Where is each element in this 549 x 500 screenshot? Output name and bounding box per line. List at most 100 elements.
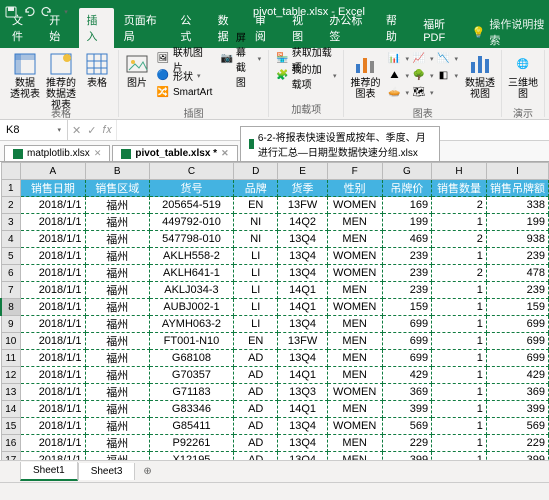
row-header[interactable]: 9 [1, 316, 21, 333]
tab-office[interactable]: 办公标签 [321, 8, 376, 48]
cell[interactable]: 2018/1/1 [21, 282, 85, 299]
shapes-button[interactable]: 🔵形状▾ [153, 67, 215, 84]
cell[interactable]: WOMEN [327, 197, 382, 214]
pivot-table-button[interactable]: 数据 透视表 [8, 50, 42, 104]
cell[interactable]: AD [234, 401, 278, 418]
cell[interactable]: 2 [432, 265, 487, 282]
cell[interactable]: 13Q4 [278, 316, 327, 333]
cell[interactable]: EN [234, 333, 278, 350]
cell[interactable]: 13Q4 [278, 248, 327, 265]
cell[interactable]: G70357 [149, 367, 233, 384]
pivot-chart-button[interactable]: 数据透视图 [463, 50, 497, 104]
cell[interactable]: 1 [432, 248, 487, 265]
cell[interactable]: 14Q1 [278, 367, 327, 384]
cell[interactable]: 2 [432, 231, 487, 248]
cell[interactable]: AD [234, 452, 278, 461]
col-header[interactable]: B [85, 163, 149, 180]
cell[interactable]: 13Q4 [278, 435, 327, 452]
row-header[interactable]: 16 [1, 435, 21, 452]
cell[interactable]: 2018/1/1 [21, 197, 85, 214]
select-all-corner[interactable] [1, 163, 21, 180]
cell[interactable]: 699 [382, 316, 432, 333]
cell[interactable]: 1 [432, 452, 487, 461]
new-sheet-button[interactable]: ⊕ [135, 463, 159, 480]
cell[interactable]: 2018/1/1 [21, 265, 85, 282]
cell[interactable]: 2018/1/1 [21, 452, 85, 461]
cell[interactable]: P92261 [149, 435, 233, 452]
spreadsheet-grid[interactable]: A B C D E F G H I 1销售日期销售区域货号品牌货季性别吊牌价销售… [0, 162, 549, 460]
cell[interactable]: 2018/1/1 [21, 384, 85, 401]
cell[interactable]: 239 [382, 282, 432, 299]
cell[interactable]: 2018/1/1 [21, 435, 85, 452]
header-cell[interactable]: 销售数量 [432, 180, 487, 197]
online-pictures-button[interactable]: 🖼联机图片 [153, 50, 215, 67]
cell[interactable]: 2018/1/1 [21, 316, 85, 333]
cell[interactable]: 239 [486, 282, 548, 299]
cell[interactable]: WOMEN [327, 418, 382, 435]
cancel-icon[interactable]: ✕ [72, 124, 81, 137]
cell[interactable]: MEN [327, 401, 382, 418]
3d-map-button[interactable]: 🌐三维地 图 [506, 50, 540, 104]
pictures-button[interactable]: 图片 [123, 50, 151, 104]
row-header[interactable]: 13 [1, 384, 21, 401]
cell[interactable]: 399 [486, 401, 548, 418]
cell[interactable]: G85411 [149, 418, 233, 435]
cell[interactable]: 1 [432, 418, 487, 435]
table-button[interactable]: 表格 [80, 50, 114, 104]
cell[interactable]: 199 [382, 214, 432, 231]
cell[interactable]: 547798-010 [149, 231, 233, 248]
cell[interactable]: WOMEN [327, 248, 382, 265]
cell[interactable]: 1 [432, 316, 487, 333]
cell[interactable]: 1 [432, 350, 487, 367]
row-header[interactable]: 4 [1, 231, 21, 248]
cell[interactable]: AKLH558-2 [149, 248, 233, 265]
cell[interactable]: AYMH063-2 [149, 316, 233, 333]
undo-icon[interactable] [22, 5, 36, 19]
cell[interactable]: 699 [382, 350, 432, 367]
tell-me-search[interactable]: 💡 操作说明搜索 [472, 16, 545, 48]
cell[interactable]: MEN [327, 452, 382, 461]
cell[interactable]: WOMEN [327, 384, 382, 401]
cell[interactable]: LI [234, 282, 278, 299]
close-icon[interactable]: ✕ [221, 148, 229, 159]
cell[interactable]: MEN [327, 350, 382, 367]
tab-view[interactable]: 视图 [284, 8, 319, 48]
cell[interactable]: 2018/1/1 [21, 401, 85, 418]
cell[interactable]: 福州 [85, 282, 149, 299]
tab-help[interactable]: 帮助 [378, 8, 413, 48]
header-cell[interactable]: 销售吊牌额 [486, 180, 548, 197]
cell[interactable]: 699 [382, 333, 432, 350]
cell[interactable]: 229 [486, 435, 548, 452]
qat-more-icon[interactable]: ▾ [59, 5, 73, 19]
cell[interactable]: MEN [327, 231, 382, 248]
cell[interactable]: 699 [486, 350, 548, 367]
cell[interactable]: 1 [432, 384, 487, 401]
recommended-pivot-button[interactable]: 推荐的 数据透视表 [44, 50, 78, 104]
cell[interactable]: AD [234, 367, 278, 384]
cell[interactable]: MEN [327, 333, 382, 350]
recommended-charts-button[interactable]: 推荐的 图表 [348, 50, 382, 104]
smartart-button[interactable]: 🔀SmartArt [153, 84, 215, 101]
cell[interactable]: 2018/1/1 [21, 214, 85, 231]
header-cell[interactable]: 销售日期 [21, 180, 85, 197]
cell[interactable]: AUBJ002-1 [149, 299, 233, 316]
cell[interactable]: EN [234, 197, 278, 214]
col-header[interactable]: I [486, 163, 548, 180]
col-header[interactable]: E [278, 163, 327, 180]
cell[interactable]: 2018/1/1 [21, 231, 85, 248]
chart-type-1[interactable]: 📊▾📈▾📉▾ [384, 50, 461, 67]
row-header[interactable]: 1 [1, 180, 21, 197]
name-box[interactable]: K8▾ [0, 120, 68, 140]
save-icon[interactable] [4, 5, 18, 19]
fx-icon[interactable]: 𝑓𝑥 [102, 124, 112, 137]
col-header[interactable]: F [327, 163, 382, 180]
sheet-tab-1[interactable]: Sheet1 [20, 462, 78, 481]
cell[interactable]: 205654-519 [149, 197, 233, 214]
workbook-tab-3[interactable]: 6-2-将报表快速设置成按年、季度、月进行汇总—日期型数据快速分组.xlsx [240, 126, 440, 161]
cell[interactable]: 1 [432, 435, 487, 452]
cell[interactable]: AD [234, 350, 278, 367]
cell[interactable]: FT001-N10 [149, 333, 233, 350]
cell[interactable]: 699 [486, 333, 548, 350]
cell[interactable]: 13Q3 [278, 384, 327, 401]
header-cell[interactable]: 性别 [327, 180, 382, 197]
